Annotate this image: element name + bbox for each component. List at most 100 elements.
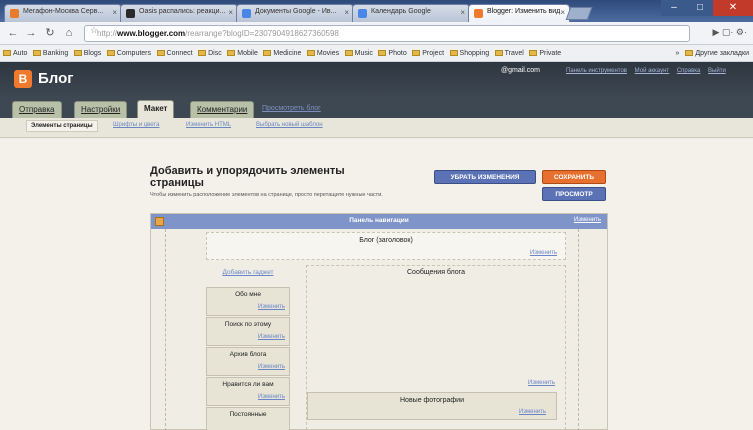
bookmark-folder[interactable]: Movies xyxy=(306,45,339,61)
browser-tab-bar: Мегафон-Москва Серв... × Oasis распались… xyxy=(0,0,753,22)
edit-gadget-link[interactable]: Изменить xyxy=(258,394,285,400)
bookmark-folder[interactable]: Connect xyxy=(156,45,193,61)
close-tab-icon[interactable]: × xyxy=(460,8,465,17)
header-links: Панель инструментов Мой аккаунт Справка … xyxy=(566,68,732,74)
gadget-search[interactable]: Поиск по этому Изменить xyxy=(206,317,290,346)
page-menu-icon[interactable]: ▶ ▢· ⚙· xyxy=(713,27,748,38)
bookmark-folder[interactable]: Auto xyxy=(3,45,27,61)
tab-posting[interactable]: Отправка xyxy=(12,101,62,118)
account-link[interactable]: Мой аккаунт xyxy=(635,68,669,74)
gadget-label: Архив блога xyxy=(229,351,267,358)
tab-comments[interactable]: Комментарии xyxy=(190,101,255,118)
close-window-icon[interactable]: ✕ xyxy=(713,0,753,16)
subtab-edit-html[interactable]: Изменить HTML xyxy=(186,122,231,128)
folder-icon xyxy=(227,50,236,56)
edit-header-link[interactable]: Изменить xyxy=(530,250,557,256)
subtab-fonts-colors[interactable]: Шрифты и цвета xyxy=(113,122,159,128)
close-tab-icon[interactable]: × xyxy=(560,8,565,17)
bookmark-folder[interactable]: Mobile xyxy=(227,45,258,61)
bookmark-folder[interactable]: Medicine xyxy=(263,45,301,61)
save-button[interactable]: СОХРАНИТЬ xyxy=(542,170,606,184)
forward-arrow-icon[interactable]: → xyxy=(24,26,38,40)
view-blog-link[interactable]: Просмотреть блог xyxy=(262,105,321,112)
gadget-poll[interactable]: Нравится ли вам Изменить xyxy=(206,377,290,406)
home-icon[interactable]: ⌂ xyxy=(62,26,76,40)
browser-tab-3[interactable]: Документы Google - Ив... × xyxy=(236,4,354,22)
subtab-page-elements[interactable]: Элементы страницы xyxy=(26,120,98,132)
new-tab-button[interactable] xyxy=(565,7,593,20)
header-widget[interactable]: Блог (заголовок) Изменить xyxy=(206,232,566,260)
edit-gadget-link[interactable]: Изменить xyxy=(258,304,285,310)
close-tab-icon[interactable]: × xyxy=(344,8,349,17)
help-link[interactable]: Справка xyxy=(677,68,701,74)
browser-tab-label: Blogger: Изменить вид xyxy=(487,8,561,15)
posts-widget[interactable]: Сообщения блога Изменить Новые фотографи… xyxy=(306,265,566,430)
bookmark-folder[interactable]: Project xyxy=(412,45,444,61)
bookmark-folder[interactable]: Music xyxy=(344,45,373,61)
bookmark-folder[interactable]: Travel xyxy=(494,45,524,61)
subtab-pick-template[interactable]: Выбрать новый шаблон xyxy=(256,122,323,128)
clear-edits-button[interactable]: УБРАТЬ ИЗМЕНЕНИЯ xyxy=(434,170,536,184)
minimize-icon[interactable]: – xyxy=(661,0,687,16)
edit-navbar-link[interactable]: Изменить xyxy=(574,217,601,223)
gadget-followers[interactable]: Постоянные xyxy=(206,407,290,430)
bookmark-folder[interactable]: Photo xyxy=(378,45,407,61)
dashboard-link[interactable]: Панель инструментов xyxy=(566,68,627,74)
browser-tab-4[interactable]: Календарь Google × xyxy=(352,4,470,22)
edit-gadget-link[interactable]: Изменить xyxy=(258,364,285,370)
folder-icon xyxy=(73,50,82,56)
gadget-label: Обо мне xyxy=(235,291,261,298)
gadget-label: Поиск по этому xyxy=(224,321,272,328)
page-description: Чтобы изменить расположение элементов на… xyxy=(150,192,383,198)
photos-widget[interactable]: Новые фотографии Изменить xyxy=(307,392,557,420)
bookmark-folder[interactable]: Shopping xyxy=(449,45,489,61)
browser-tab-5[interactable]: Blogger: Изменить вид × xyxy=(468,4,570,22)
browser-toolbar: ← → ↻ ⌂ http://www.blogger.com/rearrange… xyxy=(0,22,753,45)
gadget-about-me[interactable]: Обо мне Изменить xyxy=(206,287,290,316)
url-host: www.blogger.com xyxy=(117,29,186,38)
other-bookmarks[interactable]: » Другие закладки xyxy=(675,45,749,61)
close-tab-icon[interactable]: × xyxy=(112,8,117,17)
folder-icon xyxy=(263,50,272,56)
browser-tab-1[interactable]: Мегафон-Москва Серв... × xyxy=(4,4,122,22)
bookmark-folder[interactable]: Blogs xyxy=(73,45,101,61)
edit-gadget-link[interactable]: Изменить xyxy=(258,334,285,340)
layout-editor: Добавить и упорядочить элементы страницы… xyxy=(0,139,753,430)
tab-layout[interactable]: Макет xyxy=(137,100,175,118)
add-gadget-link[interactable]: Добавить гаджет xyxy=(212,269,284,276)
folder-icon xyxy=(494,50,503,56)
browser-tab-label: Мегафон-Москва Серв... xyxy=(23,8,104,15)
back-arrow-icon[interactable]: ← xyxy=(6,26,20,40)
edit-photos-link[interactable]: Изменить xyxy=(519,409,546,415)
user-email: @gmail.com xyxy=(501,67,541,74)
preview-button[interactable]: ПРОСМОТР xyxy=(542,187,606,201)
browser-tab-2[interactable]: Oasis распались: реакци... × xyxy=(120,4,238,22)
maximize-icon[interactable]: □ xyxy=(687,0,713,16)
navbar-widget[interactable]: Панель навигации Изменить xyxy=(151,214,607,229)
edit-posts-link[interactable]: Изменить xyxy=(528,380,555,386)
sign-out-link[interactable]: Выйти xyxy=(708,68,726,74)
bookmark-folder[interactable]: Banking xyxy=(32,45,68,61)
folder-icon xyxy=(106,50,115,56)
bookmark-folder[interactable]: Disc xyxy=(198,45,222,61)
bookmarks-bar: Auto Banking Blogs Computers Connect Dis… xyxy=(0,45,753,62)
bookmark-folder[interactable]: Computers xyxy=(106,45,151,61)
url-path: /rearrange?blogID=2307904918627360598 xyxy=(185,29,339,38)
address-bar[interactable]: http://www.blogger.com/rearrange?blogID=… xyxy=(84,25,690,42)
folder-icon xyxy=(32,50,41,56)
sub-tabs: Элементы страницы Шрифты и цвета Изменит… xyxy=(0,118,753,138)
folder-icon xyxy=(198,50,207,56)
browser-tab-label: Oasis распались: реакци... xyxy=(139,8,226,15)
blogger-logo-icon[interactable]: B xyxy=(14,70,32,88)
template-frame: Блог (заголовок) Изменить Добавить гадже… xyxy=(165,229,579,430)
close-tab-icon[interactable]: × xyxy=(228,8,233,17)
tab-settings[interactable]: Настройки xyxy=(74,101,128,118)
posts-widget-label: Сообщения блога xyxy=(407,269,465,276)
main-tabs: Отправка Настройки Макет Комментарии Про… xyxy=(0,98,753,118)
bookmark-star-icon[interactable]: ☆ xyxy=(90,25,98,36)
gadget-label: Нравится ли вам xyxy=(222,381,274,388)
gadget-archive[interactable]: Архив блога Изменить xyxy=(206,347,290,376)
page-title: Добавить и упорядочить элементы страницы xyxy=(150,165,345,189)
reload-icon[interactable]: ↻ xyxy=(43,26,57,40)
bookmark-folder[interactable]: Private xyxy=(529,45,561,61)
